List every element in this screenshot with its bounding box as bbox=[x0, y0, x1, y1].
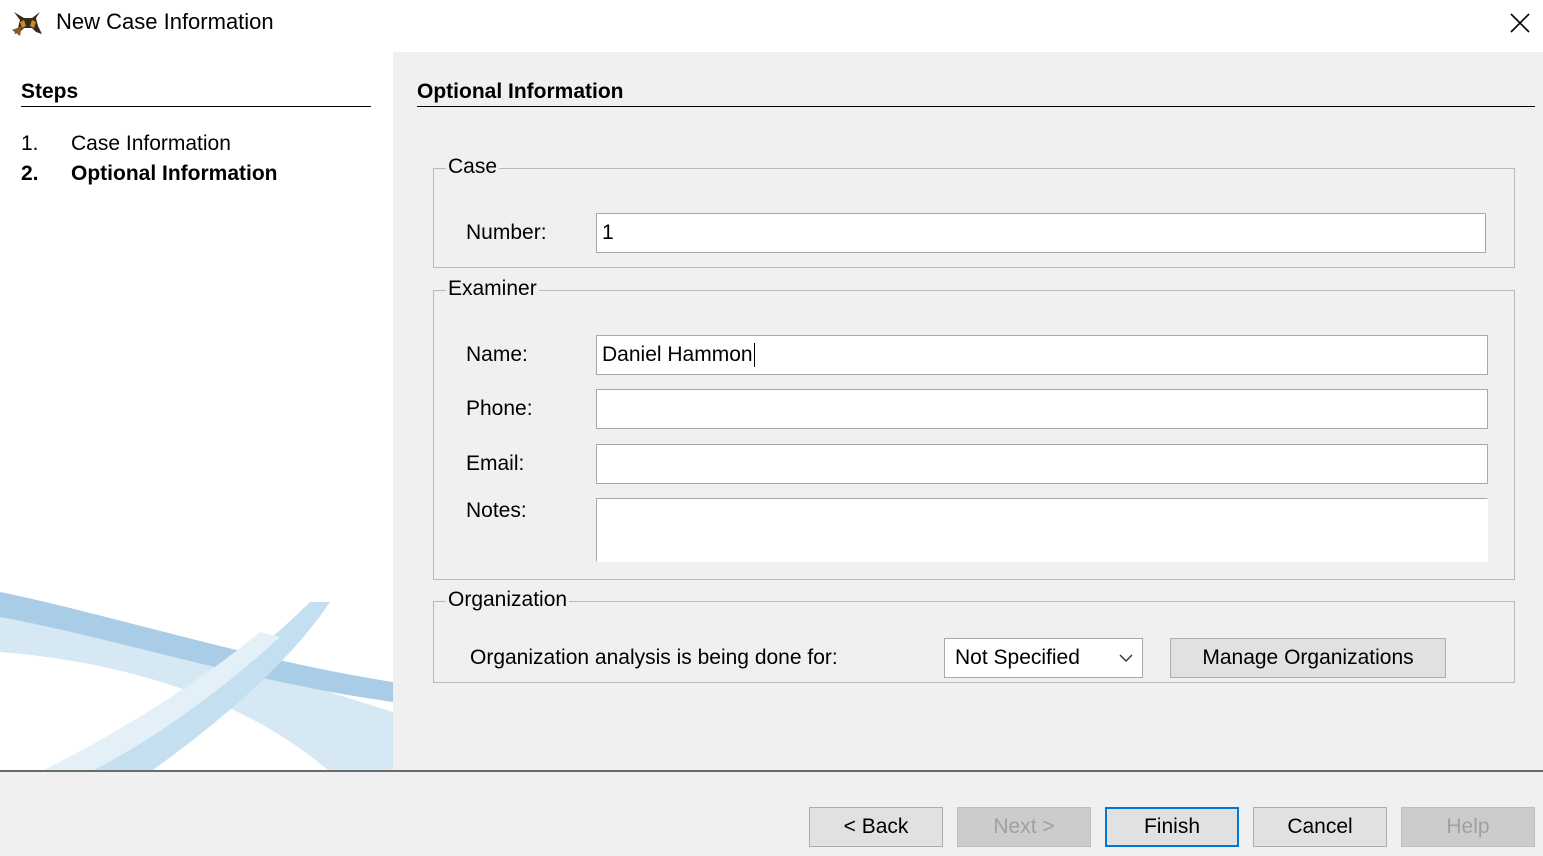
chevron-down-icon bbox=[1119, 654, 1133, 662]
window-title: New Case Information bbox=[56, 9, 274, 34]
organization-dropdown-value: Not Specified bbox=[955, 646, 1080, 669]
title-bar: New Case Information bbox=[0, 0, 1543, 52]
examiner-name-field[interactable]: Daniel Hammon bbox=[596, 335, 1488, 375]
step-label: Case Information bbox=[71, 132, 231, 155]
organization-group-legend: Organization bbox=[446, 588, 570, 612]
help-button[interactable]: Help bbox=[1401, 807, 1535, 847]
examiner-notes-field[interactable] bbox=[596, 498, 1488, 562]
examiner-phone-field[interactable] bbox=[596, 389, 1488, 429]
examiner-name-value: Daniel Hammon bbox=[602, 343, 753, 366]
case-groupbox: Case Number: 1 bbox=[433, 155, 1515, 268]
examiner-phone-label: Phone: bbox=[466, 397, 533, 420]
step-number: 1. bbox=[21, 132, 39, 155]
case-number-label: Number: bbox=[466, 221, 547, 244]
step-label: Optional Information bbox=[71, 162, 278, 185]
back-button[interactable]: < Back bbox=[809, 807, 943, 847]
cancel-button[interactable]: Cancel bbox=[1253, 807, 1387, 847]
examiner-groupbox: Examiner Name: Daniel Hammon Phone: Emai… bbox=[433, 277, 1515, 580]
step-item-optional-information: 2. Optional Information bbox=[21, 162, 277, 186]
examiner-email-field[interactable] bbox=[596, 444, 1488, 484]
step-number: 2. bbox=[21, 162, 39, 185]
close-button[interactable] bbox=[1497, 0, 1543, 46]
steps-panel: Steps 1. Case Information 2. Optional Info… bbox=[0, 52, 393, 770]
content-panel: Optional Information Case Number: 1 Exam… bbox=[393, 52, 1543, 770]
decorative-swoosh-graphic bbox=[0, 592, 393, 770]
organization-groupbox: Organization Organization analysis is be… bbox=[433, 588, 1515, 683]
manage-organizations-button[interactable]: Manage Organizations bbox=[1170, 638, 1446, 678]
case-number-field[interactable]: 1 bbox=[596, 213, 1486, 253]
close-icon bbox=[1510, 13, 1530, 33]
examiner-name-label: Name: bbox=[466, 343, 528, 366]
examiner-notes-label: Notes: bbox=[466, 499, 527, 522]
next-button[interactable]: Next > bbox=[957, 807, 1091, 847]
finish-button[interactable]: Finish bbox=[1105, 807, 1239, 847]
steps-heading: Steps bbox=[21, 80, 371, 107]
content-heading: Optional Information bbox=[417, 80, 1535, 107]
text-cursor bbox=[753, 343, 755, 368]
organization-analysis-label: Organization analysis is being done for: bbox=[470, 646, 838, 669]
step-item-case-information: 1. Case Information bbox=[21, 132, 231, 156]
autopsy-dog-icon bbox=[12, 12, 42, 36]
examiner-group-legend: Examiner bbox=[446, 277, 539, 301]
wizard-button-bar: < Back Next > Finish Cancel Help bbox=[0, 770, 1543, 856]
organization-dropdown[interactable]: Not Specified bbox=[944, 638, 1143, 678]
case-group-legend: Case bbox=[446, 155, 500, 179]
examiner-email-label: Email: bbox=[466, 452, 525, 475]
